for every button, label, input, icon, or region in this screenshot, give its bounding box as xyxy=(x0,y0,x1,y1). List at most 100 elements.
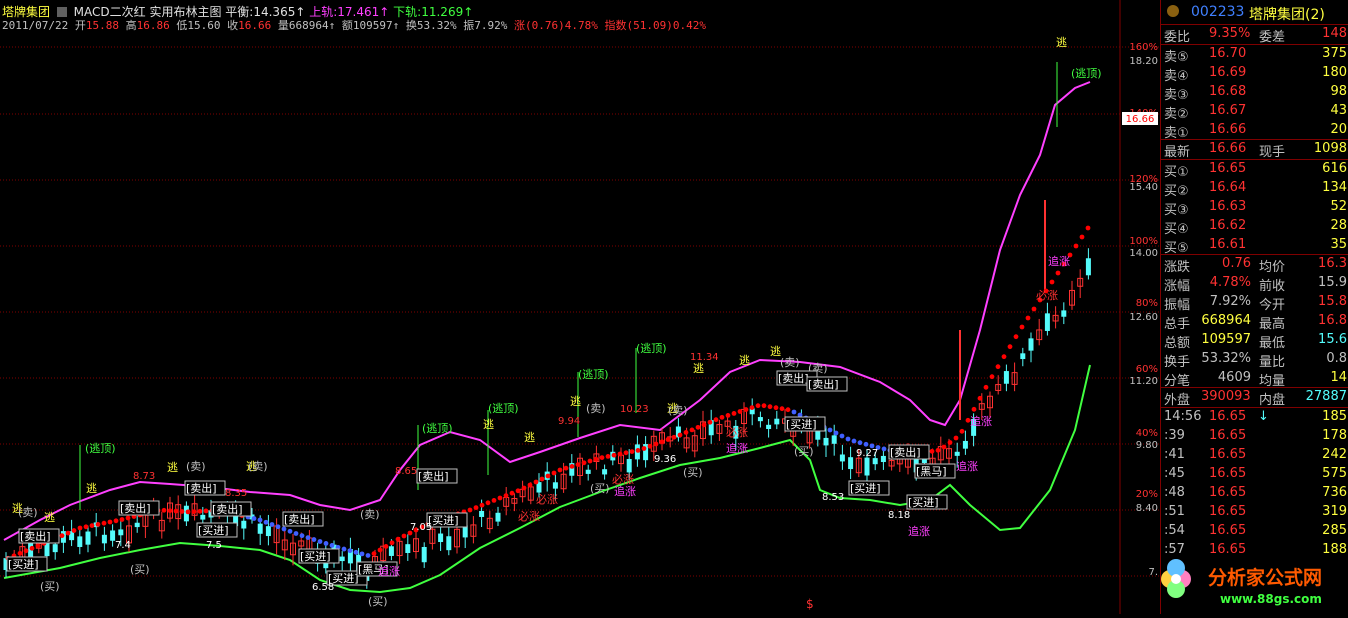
midline-dot xyxy=(275,524,281,530)
stat-label: 均价 xyxy=(1259,260,1286,275)
stat-value: 7.92% xyxy=(1209,294,1251,309)
stat-value: 4609 xyxy=(1217,370,1251,385)
midline-dot xyxy=(545,473,551,479)
site-logo: 分析家公式网 www.88gs.com xyxy=(1148,555,1348,614)
bid-row: 买⑤ 16.61 35 xyxy=(1161,236,1348,256)
midline-dot xyxy=(695,424,701,430)
candle-body xyxy=(388,546,394,556)
candle-body xyxy=(1061,310,1067,317)
ask-row: 卖③ 16.68 98 xyxy=(1161,83,1348,103)
bid-price: 16.63 xyxy=(1209,199,1247,214)
stat-row: 涨幅 4.78% 前收 15.9 xyxy=(1161,274,1348,294)
midline-dot xyxy=(707,419,713,425)
candle-body xyxy=(1028,338,1034,351)
midline-dot xyxy=(365,553,371,558)
midline-dot xyxy=(971,406,977,412)
midline-dot xyxy=(929,448,935,454)
midline-dot xyxy=(731,411,737,416)
ask-volume: 375 xyxy=(1322,46,1347,61)
buy-signal: (买) xyxy=(590,482,610,495)
tick-time: :51 xyxy=(1164,504,1185,519)
escape-signal: 逃 xyxy=(167,461,178,474)
escape-signal: 逃 xyxy=(570,395,581,408)
midline-dot xyxy=(1001,354,1007,360)
tick-row: :45 16.65 575 xyxy=(1161,465,1348,484)
midline-dot xyxy=(83,524,89,530)
midline-dot xyxy=(395,536,401,542)
bid-label: 买③ xyxy=(1164,203,1189,218)
peak-label: 8.73 xyxy=(133,471,155,482)
sell-signal: (卖) xyxy=(780,356,800,369)
ask-row: 卖⑤ 16.70 375 xyxy=(1161,45,1348,65)
midline-dot xyxy=(59,533,65,539)
axis-price-label: 15.40 xyxy=(1129,182,1158,193)
candle-body xyxy=(585,469,591,474)
midline-dot xyxy=(509,490,515,496)
midline-dot xyxy=(983,384,989,390)
ask-price: 16.66 xyxy=(1209,122,1247,137)
top-escape-signal: (逃顶) xyxy=(488,402,519,415)
peak-label: 8.35 xyxy=(225,488,247,499)
chase-signal: 追涨 xyxy=(1048,254,1070,268)
stat-row: 涨跌 0.76 均价 16.3 xyxy=(1161,255,1348,275)
midline-dot xyxy=(569,464,575,469)
sell-out-signal: [卖出] xyxy=(890,445,921,459)
tick-price: 16.65 xyxy=(1209,523,1247,538)
midline-dot xyxy=(833,430,839,436)
axis-price-label: 18.20 xyxy=(1129,56,1158,67)
midline-dot xyxy=(167,508,173,514)
midline-dot xyxy=(593,456,599,462)
midline-dot xyxy=(605,454,611,459)
trough-label: 7.5 xyxy=(206,540,222,551)
top-escape-signal: (逃顶) xyxy=(85,442,116,455)
candlestick-chart[interactable]: 逃逃逃逃 逃逃逃逃逃逃逃逃逃(逃顶)(逃顶)(逃顶)(逃顶)(逃顶)(逃顶)(卖)… xyxy=(0,0,1160,614)
midline-dot xyxy=(179,509,185,514)
tick-volume: 319 xyxy=(1322,504,1347,519)
settings-icon[interactable] xyxy=(56,7,67,17)
sell-signal: (卖) xyxy=(186,460,206,473)
midline-dot xyxy=(995,364,1001,370)
midline-dot xyxy=(737,409,743,414)
tick-volume: 242 xyxy=(1322,447,1347,462)
ask-volume: 98 xyxy=(1330,84,1347,99)
bid-price: 16.62 xyxy=(1209,218,1247,233)
chase-signal: 追涨 xyxy=(970,414,992,428)
midline-dot xyxy=(467,507,473,513)
escape-signal: 逃 xyxy=(44,511,55,524)
tick-row: :51 16.65 319 xyxy=(1161,503,1348,522)
candle-body xyxy=(85,531,91,545)
sell-signal: (卖) xyxy=(668,404,688,417)
tick-row: :48 16.65 736 xyxy=(1161,484,1348,503)
midline-dot xyxy=(581,460,587,466)
stat-label: 最高 xyxy=(1259,317,1286,332)
candle-body xyxy=(118,529,124,536)
midline-dot xyxy=(839,433,845,439)
must-rise-signal: 必涨 xyxy=(1036,289,1058,302)
stat-value: 4.78% xyxy=(1209,275,1251,290)
midline-dot xyxy=(281,526,287,532)
stat-label: 涨幅 xyxy=(1164,279,1191,294)
ask-volume: 20 xyxy=(1330,122,1347,137)
midline-dot xyxy=(749,405,755,410)
quote-icon xyxy=(1167,5,1179,17)
ask-row: 卖② 16.67 43 xyxy=(1161,102,1348,122)
midline-dot xyxy=(863,441,869,447)
tick-time: :41 xyxy=(1164,447,1185,462)
candle-body xyxy=(1003,371,1009,384)
chase-signal: 追涨 xyxy=(908,524,930,538)
midline-dot xyxy=(779,406,785,412)
midline-dot xyxy=(851,438,857,444)
tick-volume: 178 xyxy=(1322,428,1347,443)
stat-row: 分笔 4609 均量 14 xyxy=(1161,369,1348,389)
midline-dot xyxy=(557,467,563,473)
midline-dot xyxy=(539,476,545,482)
sell-out-signal: [卖出] xyxy=(212,502,243,516)
stat-value: 16.8 xyxy=(1318,313,1347,328)
buy-signal: (买) xyxy=(683,466,703,479)
axis-pct-label: 20% xyxy=(1136,489,1158,500)
sell-signal: (卖) xyxy=(360,508,380,521)
escape-signal: 逃 xyxy=(86,482,97,495)
candle-body xyxy=(757,417,763,422)
last-row: 最新 16.66 现手 1098 xyxy=(1164,141,1347,160)
midline-dot xyxy=(401,533,407,539)
